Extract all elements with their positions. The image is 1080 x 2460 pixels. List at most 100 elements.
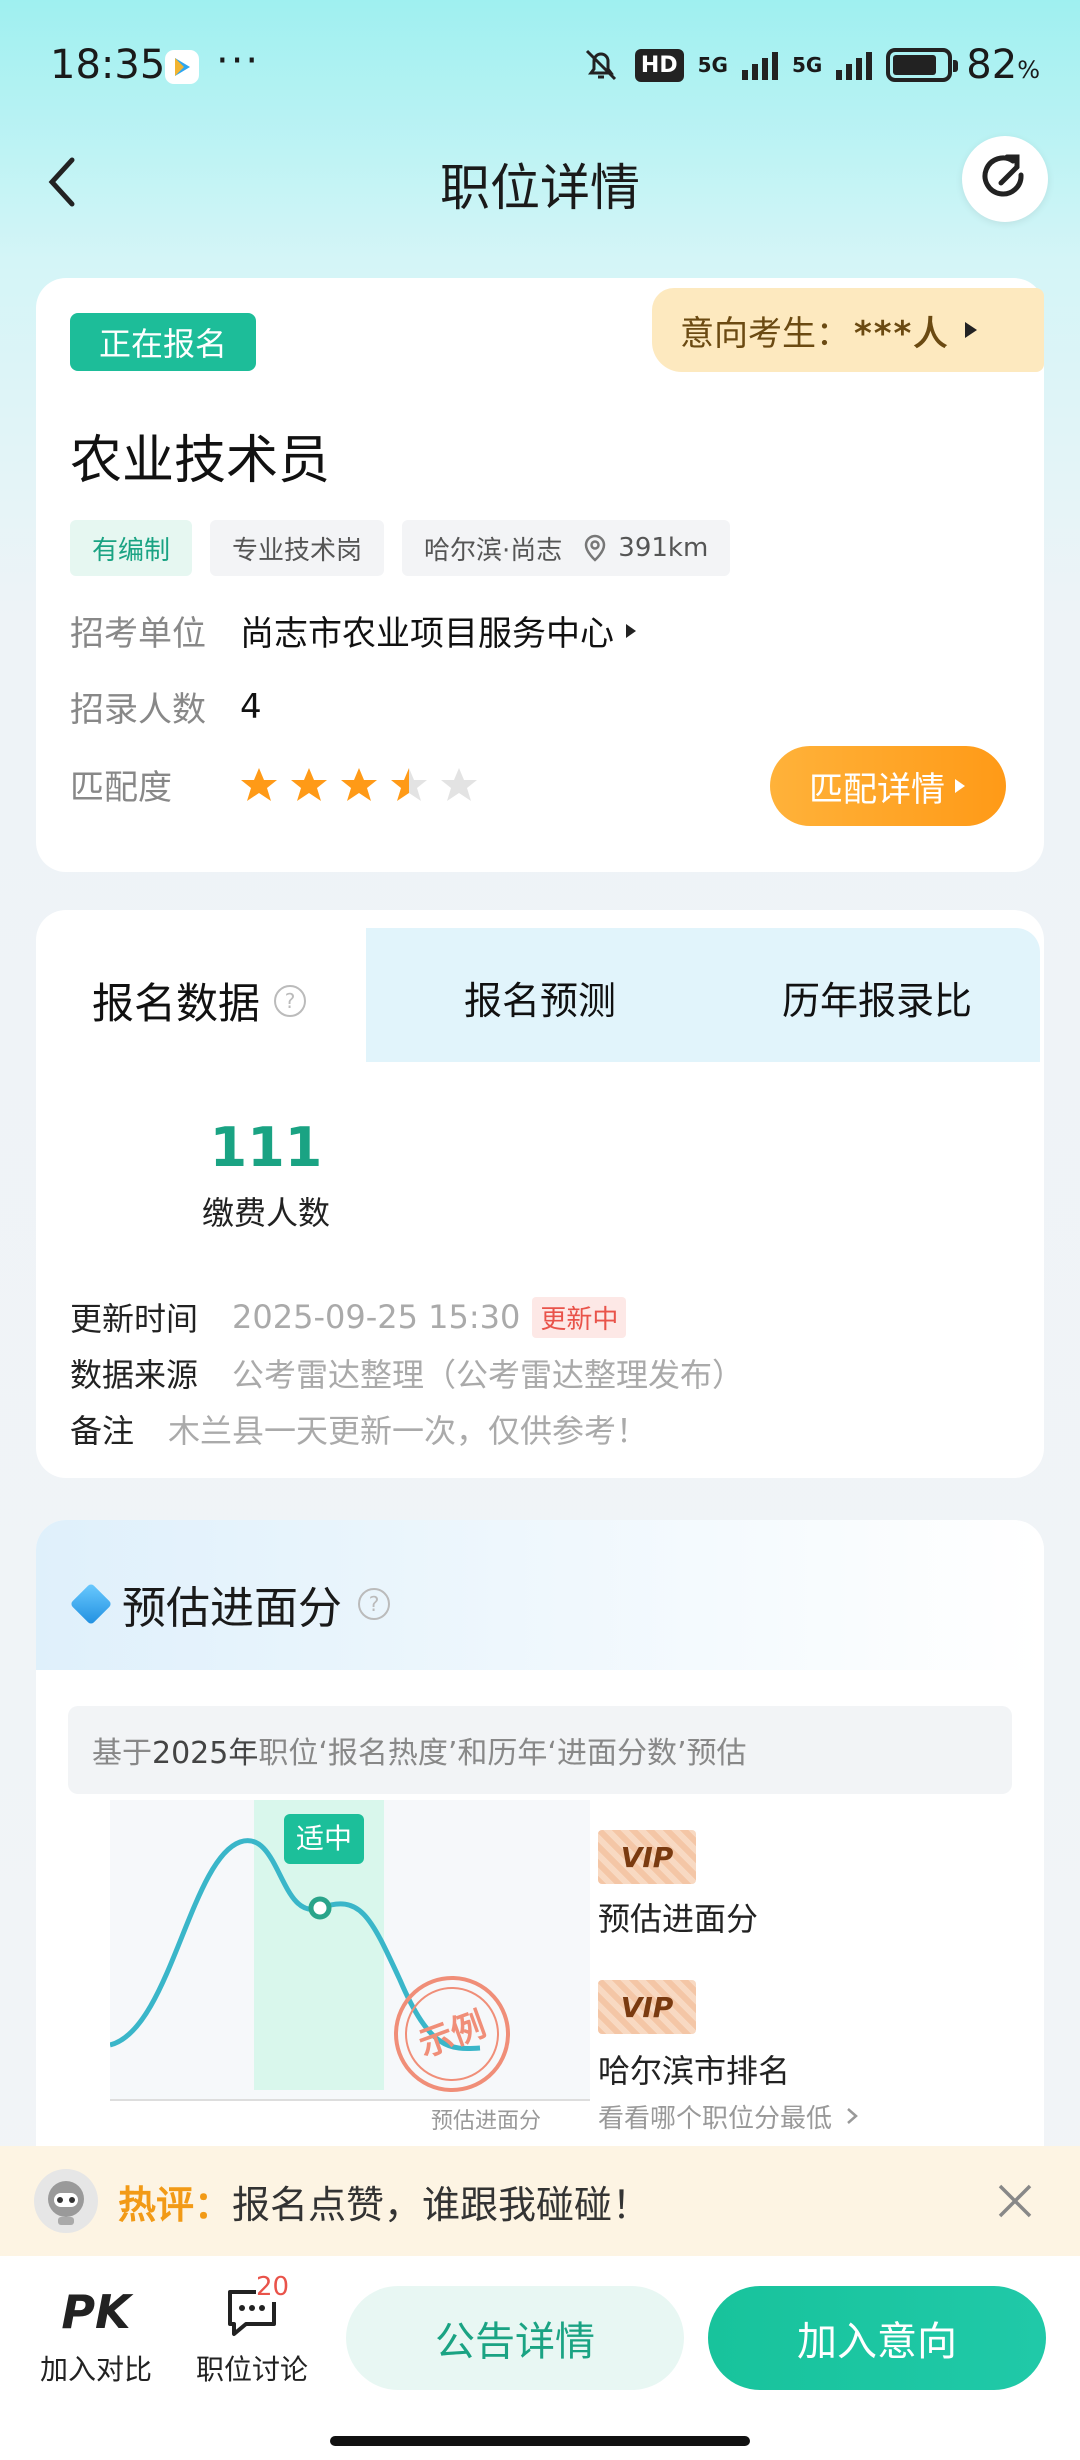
- estimate-title: 预估进面分 ?: [69, 1572, 390, 1636]
- compare-label: 加入对比: [39, 2353, 152, 2386]
- discussion-badge: 20: [256, 2272, 290, 2302]
- match-label: 匹配度: [70, 768, 172, 808]
- estimate-basis: 基于 2025年 职位‘报名热度’和历年‘进面分数’预估: [68, 1706, 1012, 1794]
- chart-axis-label: 预估进面分: [431, 2108, 541, 2133]
- update-status-badge: 更新中: [532, 1296, 627, 1338]
- battery-percent: 82%: [966, 42, 1040, 88]
- note-row: 备注 木兰县一天更新一次，仅供参考！: [70, 1406, 648, 1452]
- discussion-button[interactable]: 20 职位讨论: [172, 2272, 332, 2388]
- vip-badge-2: VIP: [598, 1980, 696, 2034]
- count-row: 招录人数 4: [70, 682, 262, 731]
- discussion-icon-wrap: 20: [222, 2272, 290, 2348]
- match-stars: [240, 766, 478, 804]
- hot-comment-text: 热评：报名点赞，谁跟我碰碰！: [118, 2174, 650, 2229]
- signup-data-card: 报名数据 ? 报名预测 历年报录比 111 缴费人数 更新时间 2025-09-…: [36, 910, 1044, 1478]
- mute-bell-icon: [585, 49, 616, 81]
- paid-label: 缴费人数: [201, 1194, 330, 1232]
- basis-text: 职位‘报名热度’和历年‘进面分数’预估: [258, 1736, 747, 1771]
- match-row: 匹配度: [70, 760, 478, 809]
- pk-icon: PK: [61, 2285, 131, 2339]
- close-icon[interactable]: [996, 2182, 1034, 2220]
- tab-signup-forecast[interactable]: 报名预测: [464, 970, 616, 1025]
- home-indicator[interactable]: [330, 2436, 750, 2446]
- estimate-item-score[interactable]: 预估进面分: [598, 1894, 758, 1940]
- tag-staffing: 有编制: [70, 520, 193, 576]
- compare-button[interactable]: PK 加入对比: [16, 2282, 176, 2388]
- tag-distance: 391km: [618, 533, 709, 563]
- status-time: 18:35: [50, 42, 166, 88]
- job-name: 农业技术员: [70, 431, 331, 491]
- match-details-button[interactable]: 匹配详情: [770, 746, 1006, 826]
- update-time-row: 更新时间 2025-09-25 15:30 更新中: [70, 1294, 627, 1340]
- status-badge: 正在报名: [70, 313, 256, 371]
- discussion-label: 职位讨论: [195, 2353, 308, 2386]
- basis-year: 2025年: [152, 1736, 259, 1771]
- battery-icon: [886, 48, 959, 82]
- signal2-icon: [836, 50, 873, 80]
- status-icons: HD 5G 5G 82%: [581, 42, 1040, 88]
- intent-value: ***人: [854, 313, 950, 354]
- update-time-label: 更新时间: [70, 1300, 199, 1338]
- play-app-icon: [165, 50, 199, 84]
- paid-count: 111: [209, 1116, 323, 1179]
- basis-prefix: 基于: [92, 1736, 152, 1771]
- diamond-icon: [69, 1582, 113, 1626]
- lowest-score-link-text: 看看哪个职位分最低: [598, 2104, 833, 2134]
- source-value: 公考雷达整理（公考雷达整理发布）: [232, 1356, 745, 1394]
- help-icon[interactable]: ?: [274, 984, 307, 1017]
- share-button[interactable]: [962, 136, 1048, 222]
- employer-name: 尚志市农业项目服务中心: [240, 614, 614, 654]
- chart-marker-dot: [308, 1896, 332, 1920]
- count-label: 招录人数: [70, 690, 206, 730]
- signal1-icon: [741, 50, 778, 80]
- intent-label: 意向考生：: [680, 313, 850, 354]
- share-arrow-icon: [982, 154, 1024, 197]
- hd-icon: HD: [634, 48, 684, 82]
- match-details-label: 匹配详情: [809, 769, 945, 810]
- estimate-item-rank[interactable]: 哈尔滨市排名: [598, 2046, 790, 2092]
- note-label: 备注: [70, 1412, 135, 1450]
- help-icon[interactable]: ?: [358, 1588, 390, 1620]
- estimate-curve-chart: 适中 预估进面分 示例: [110, 1800, 590, 2133]
- employer-label: 招考单位: [70, 614, 206, 654]
- update-time-value: 2025-09-25 15:30: [232, 1298, 521, 1336]
- tab-signup-data[interactable]: 报名数据 ?: [92, 970, 307, 1031]
- network-label: 5G: [697, 53, 728, 77]
- location-pin-icon: [585, 534, 606, 562]
- robot-avatar-icon: [48, 2181, 84, 2225]
- tag-location: 哈尔滨·尚志 391km: [402, 520, 731, 576]
- job-info-card: 正在报名 意向考生： ***人 农业技术员 有编制 专业技术岗 哈尔滨·尚志 3…: [36, 278, 1044, 872]
- caret-right-icon: [955, 779, 965, 793]
- star-icon: [391, 767, 427, 801]
- status-bar: 18:35 ··· HD 5G 5G 82%: [0, 0, 1080, 136]
- tab-signup-data-label: 报名数据: [92, 979, 261, 1028]
- tab-history-ratio[interactable]: 历年报录比: [782, 970, 972, 1025]
- caret-right-icon: [965, 322, 978, 338]
- job-tags: 有编制 专业技术岗 哈尔滨·尚志 391km: [70, 520, 731, 576]
- caret-right-icon: [626, 623, 636, 638]
- employer-row[interactable]: 招考单位 尚志市农业项目服务中心: [70, 606, 638, 655]
- add-intent-button[interactable]: 加入意向: [708, 2286, 1046, 2390]
- star-icon: [291, 767, 327, 801]
- vip-badge: VIP: [598, 1830, 696, 1884]
- tag-location-text: 哈尔滨·尚志: [424, 535, 563, 566]
- bottom-action-bar: PK 加入对比 20 职位讨论 公告详情 加入意向: [0, 2256, 1080, 2460]
- intent-candidates[interactable]: 意向考生： ***人: [652, 288, 1044, 372]
- star-icon: [341, 767, 377, 801]
- hot-comment-banner[interactable]: 热评：报名点赞，谁跟我碰碰！: [0, 2146, 1080, 2256]
- more-notifications-icon: ···: [216, 38, 261, 84]
- avatar: [34, 2169, 98, 2233]
- chart-marker-label: 适中: [296, 1823, 352, 1854]
- star-icon: [241, 767, 277, 801]
- count-value: 4: [240, 686, 262, 727]
- lowest-score-link[interactable]: 看看哪个职位分最低: [598, 2098, 860, 2135]
- network-label-2: 5G: [791, 53, 823, 77]
- star-icon: [441, 767, 477, 801]
- announcement-details-button[interactable]: 公告详情: [346, 2286, 684, 2390]
- source-label: 数据来源: [70, 1356, 199, 1394]
- tag-job-type: 专业技术岗: [210, 520, 385, 576]
- hot-text: 报名点赞，谁跟我碰碰！: [232, 2182, 651, 2227]
- hot-label: 热评：: [118, 2182, 233, 2227]
- estimate-title-text: 预估进面分: [122, 1583, 342, 1634]
- chevron-right-icon: [847, 2108, 859, 2124]
